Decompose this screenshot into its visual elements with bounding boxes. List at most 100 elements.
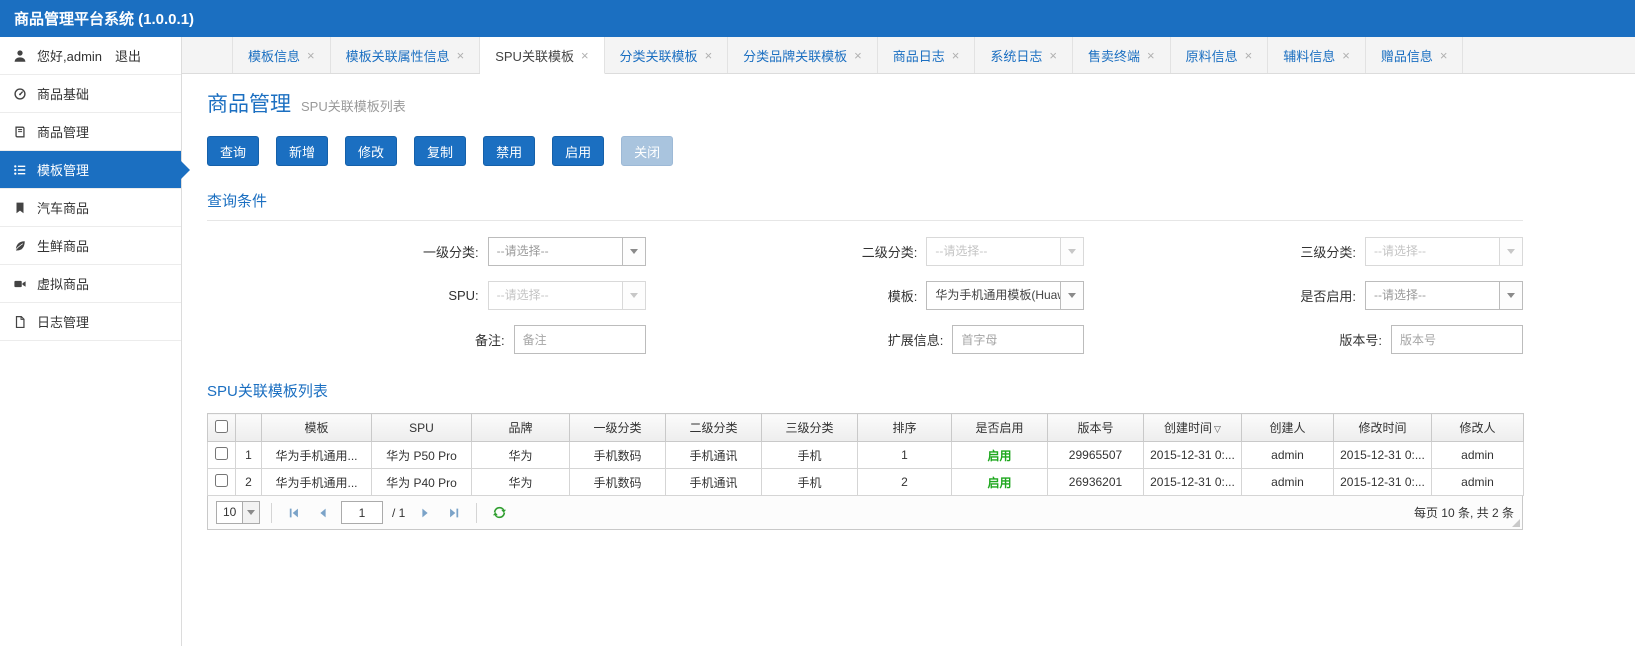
tab-category-template[interactable]: 分类关联模板× <box>605 37 729 73</box>
close-icon[interactable]: × <box>457 48 465 63</box>
page-number-input[interactable] <box>341 501 383 524</box>
copy-button[interactable]: 复制 <box>414 136 466 166</box>
close-icon[interactable]: × <box>1049 48 1057 63</box>
close-icon[interactable]: × <box>307 48 315 63</box>
select-all-checkbox[interactable] <box>215 420 228 433</box>
column-header-cat1[interactable]: 一级分类 <box>570 414 666 442</box>
select-value: --请选择-- <box>489 238 622 265</box>
sidebar-item-goods-base[interactable]: 商品基础 <box>0 75 181 113</box>
cell-cat3: 手机 <box>762 442 858 469</box>
tab-template-info[interactable]: 模板信息 × <box>232 37 331 73</box>
remark-input[interactable] <box>514 325 646 354</box>
cell-template: 华为手机通用... <box>262 442 372 469</box>
version-input[interactable] <box>1391 325 1523 354</box>
cell-modified: 2015-12-31 0:... <box>1334 442 1432 469</box>
enable-button[interactable]: 启用 <box>552 136 604 166</box>
tab-template-attr-info[interactable]: 模板关联属性信息× <box>331 37 481 73</box>
sidebar-item-fresh-goods[interactable]: 生鲜商品 <box>0 227 181 265</box>
row-checkbox[interactable] <box>215 474 228 487</box>
column-header-idx[interactable] <box>236 414 262 442</box>
page-size-select[interactable]: 10 <box>216 501 260 524</box>
sidebar-item-label: 模板管理 <box>37 160 89 179</box>
sidebar-item-template-management[interactable]: 模板管理 <box>0 151 181 189</box>
close-icon[interactable]: × <box>1440 48 1448 63</box>
column-header-cat3[interactable]: 三级分类 <box>762 414 858 442</box>
field-label: 一级分类: <box>207 242 488 261</box>
cell-sort: 2 <box>858 469 952 496</box>
tab-system-log[interactable]: 系统日志× <box>975 37 1073 73</box>
refresh-icon[interactable] <box>488 502 510 524</box>
tab-label: 模板信息 <box>248 46 300 65</box>
cell-modifier: admin <box>1432 469 1524 496</box>
row-checkbox[interactable] <box>215 447 228 460</box>
column-header-brand[interactable]: 品牌 <box>472 414 570 442</box>
add-button[interactable]: 新增 <box>276 136 328 166</box>
user-panel: 您好,admin 退出 <box>0 37 181 75</box>
cell-modifier: admin <box>1432 442 1524 469</box>
cell-cat2: 手机通讯 <box>666 442 762 469</box>
tab-label: 分类品牌关联模板 <box>743 46 847 65</box>
close-icon[interactable]: × <box>1147 48 1155 63</box>
sidebar-item-virtual-goods[interactable]: 虚拟商品 <box>0 265 181 303</box>
cell-brand: 华为 <box>472 442 570 469</box>
tab-goods-log[interactable]: 商品日志× <box>878 37 976 73</box>
column-header-template[interactable]: 模板 <box>262 414 372 442</box>
category-level1-select[interactable]: --请选择-- <box>488 237 646 266</box>
tab-spu-template[interactable]: SPU关联模板× <box>480 37 604 74</box>
row-checkbox-cell <box>208 469 236 496</box>
tab-gift-info[interactable]: 赠品信息 × <box>1366 37 1464 73</box>
close-icon[interactable]: × <box>1342 48 1350 63</box>
cell-cat1: 手机数码 <box>570 442 666 469</box>
chevron-down-icon <box>622 238 645 265</box>
leaf-icon <box>12 239 28 253</box>
disable-button[interactable]: 禁用 <box>483 136 535 166</box>
sidebar-item-goods-management[interactable]: 商品管理 <box>0 113 181 151</box>
tab-category-brand-template[interactable]: 分类品牌关联模板 × <box>728 37 878 73</box>
cell-template: 华为手机通用... <box>262 469 372 496</box>
close-icon[interactable]: × <box>705 48 713 63</box>
last-page-button[interactable] <box>443 502 465 524</box>
modify-button[interactable]: 修改 <box>345 136 397 166</box>
column-header-sort[interactable]: 排序 <box>858 414 952 442</box>
tab-material-info[interactable]: 原料信息× <box>1171 37 1269 73</box>
tab-label: 赠品信息 <box>1381 46 1433 65</box>
next-page-button[interactable] <box>414 502 436 524</box>
column-header-spu[interactable]: SPU <box>372 414 472 442</box>
close-button[interactable]: 关闭 <box>621 136 673 166</box>
form-field-spu: SPU:--请选择-- <box>207 281 646 310</box>
field-label: 版本号: <box>1084 330 1391 349</box>
page-total-label: / 1 <box>392 506 405 520</box>
sidebar-item-log-management[interactable]: 日志管理 <box>0 303 181 341</box>
prev-page-button[interactable] <box>312 502 334 524</box>
ext-info-input[interactable] <box>952 325 1084 354</box>
field-label: 二级分类: <box>646 242 927 261</box>
column-header-cat2[interactable]: 二级分类 <box>666 414 762 442</box>
field-label: 扩展信息: <box>646 330 953 349</box>
first-page-button[interactable] <box>283 502 305 524</box>
tab-auxiliary-info[interactable]: 辅料信息 × <box>1268 37 1366 73</box>
pagination-bar: 10 / 1 <box>207 496 1523 530</box>
form-field-category-level1: 一级分类:--请选择-- <box>207 237 646 266</box>
query-button[interactable]: 查询 <box>207 136 259 166</box>
field-label: 备注: <box>207 330 514 349</box>
close-icon[interactable]: × <box>1245 48 1253 63</box>
table-row[interactable]: 1华为手机通用...华为 P50 Pro华为手机数码手机通讯手机1启用29965… <box>208 442 1524 469</box>
enabled-select[interactable]: --请选择-- <box>1365 281 1523 310</box>
sidebar: 您好,admin 退出 商品基础商品管理模板管理汽车商品生鲜商品虚拟商品日志管理 <box>0 37 182 646</box>
tab-sale-terminal[interactable]: 售卖终端× <box>1073 37 1171 73</box>
column-header-creator[interactable]: 创建人 <box>1242 414 1334 442</box>
sidebar-item-car-goods[interactable]: 汽车商品 <box>0 189 181 227</box>
column-header-version[interactable]: 版本号 <box>1048 414 1144 442</box>
close-icon[interactable]: × <box>854 48 862 63</box>
column-header-modifier[interactable]: 修改人 <box>1432 414 1524 442</box>
column-header-created[interactable]: 创建时间▽ <box>1144 414 1242 442</box>
close-icon[interactable]: × <box>952 48 960 63</box>
close-icon[interactable]: × <box>581 48 589 63</box>
column-header-status[interactable]: 是否启用 <box>952 414 1048 442</box>
table-row[interactable]: 2华为手机通用...华为 P40 Pro华为手机数码手机通讯手机2启用26936… <box>208 469 1524 496</box>
field-label: 三级分类: <box>1084 242 1365 261</box>
template-select[interactable]: 华为手机通用模板(Huaw... <box>926 281 1084 310</box>
logout-link[interactable]: 退出 <box>115 46 141 65</box>
tab-label: 辅料信息 <box>1283 46 1335 65</box>
column-header-modified[interactable]: 修改时间 <box>1334 414 1432 442</box>
